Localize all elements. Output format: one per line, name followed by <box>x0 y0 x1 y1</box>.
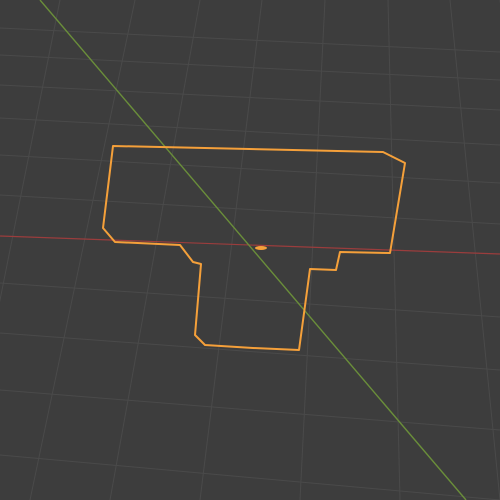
grid-line <box>109 0 201 500</box>
selected-object-outline[interactable] <box>102 145 406 351</box>
grid-line <box>0 117 500 146</box>
origin-dot-icon[interactable] <box>255 246 267 250</box>
grid-line <box>299 0 326 500</box>
grid-line <box>0 389 500 431</box>
grid-line <box>0 332 500 371</box>
viewport-canvas[interactable] <box>0 0 500 500</box>
grid-line <box>0 27 500 53</box>
grid-line <box>0 154 500 184</box>
floor-grid <box>0 0 500 500</box>
3d-viewport[interactable] <box>0 0 500 500</box>
grid-line <box>29 0 136 500</box>
x-axis-line <box>0 235 500 255</box>
grid-line <box>0 0 61 303</box>
grid-line <box>0 454 500 500</box>
grid-line <box>0 54 500 81</box>
grid-line <box>0 194 500 225</box>
grid-line <box>449 0 500 500</box>
